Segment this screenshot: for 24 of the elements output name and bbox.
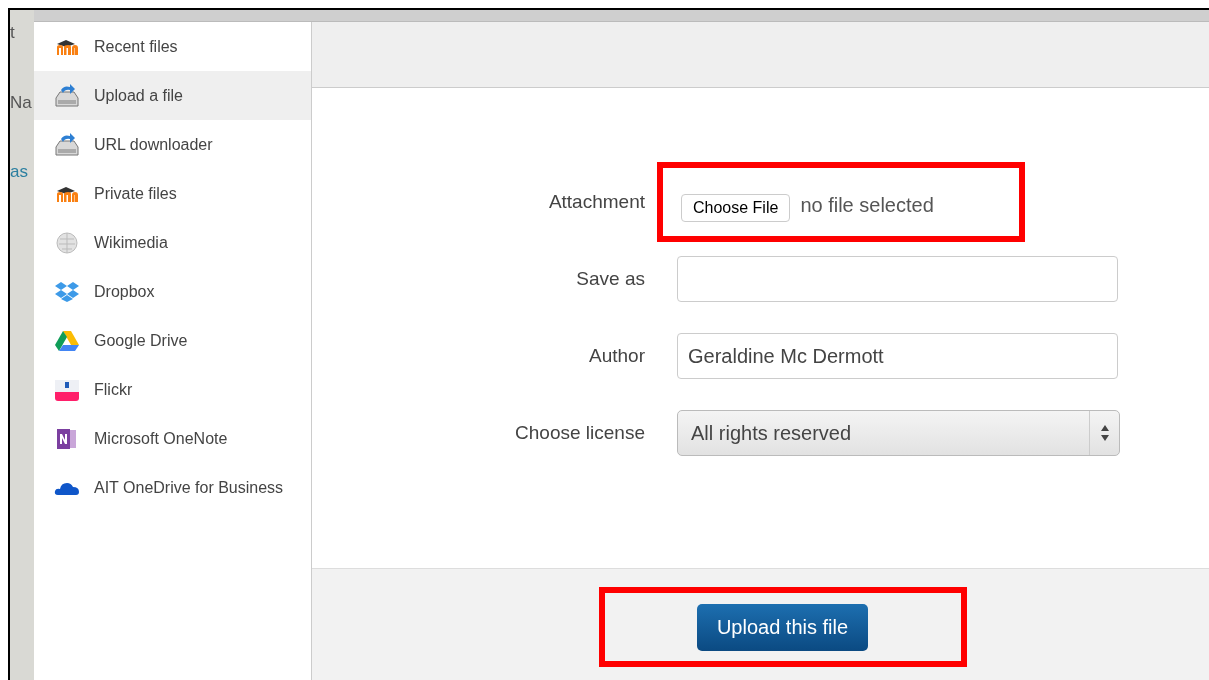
text-field[interactable]: Geraldine Mc Dermott bbox=[677, 333, 1118, 379]
mortarboard-m-icon bbox=[54, 37, 80, 56]
field-label: Author bbox=[588, 343, 645, 368]
choose-file-button[interactable]: Choose File bbox=[681, 194, 791, 222]
open-box-icon bbox=[54, 280, 80, 303]
background-text: Na bbox=[10, 91, 33, 114]
triangle-icon bbox=[54, 329, 80, 352]
tray-icon bbox=[54, 377, 80, 402]
mortarboard-m-icon bbox=[54, 184, 80, 203]
background-text: as bbox=[10, 161, 29, 183]
upload-button[interactable]: Upload this file bbox=[696, 603, 869, 651]
field-label: Choose license bbox=[514, 420, 645, 445]
upload-tray-icon bbox=[54, 83, 80, 108]
field-label: Save as bbox=[575, 266, 645, 291]
license-select[interactable]: All rights reserved bbox=[677, 410, 1120, 456]
globe-icon bbox=[55, 230, 79, 255]
repository-item[interactable]: Upload a file bbox=[34, 71, 311, 120]
upload-tray-icon bbox=[54, 132, 80, 157]
stepper-icon bbox=[1099, 424, 1110, 442]
notebook-icon bbox=[56, 426, 78, 451]
text-field[interactable] bbox=[677, 256, 1118, 302]
background-text: t bbox=[10, 22, 16, 44]
field-label: Attachment bbox=[547, 189, 645, 214]
file-status: no file selected bbox=[800, 193, 934, 218]
